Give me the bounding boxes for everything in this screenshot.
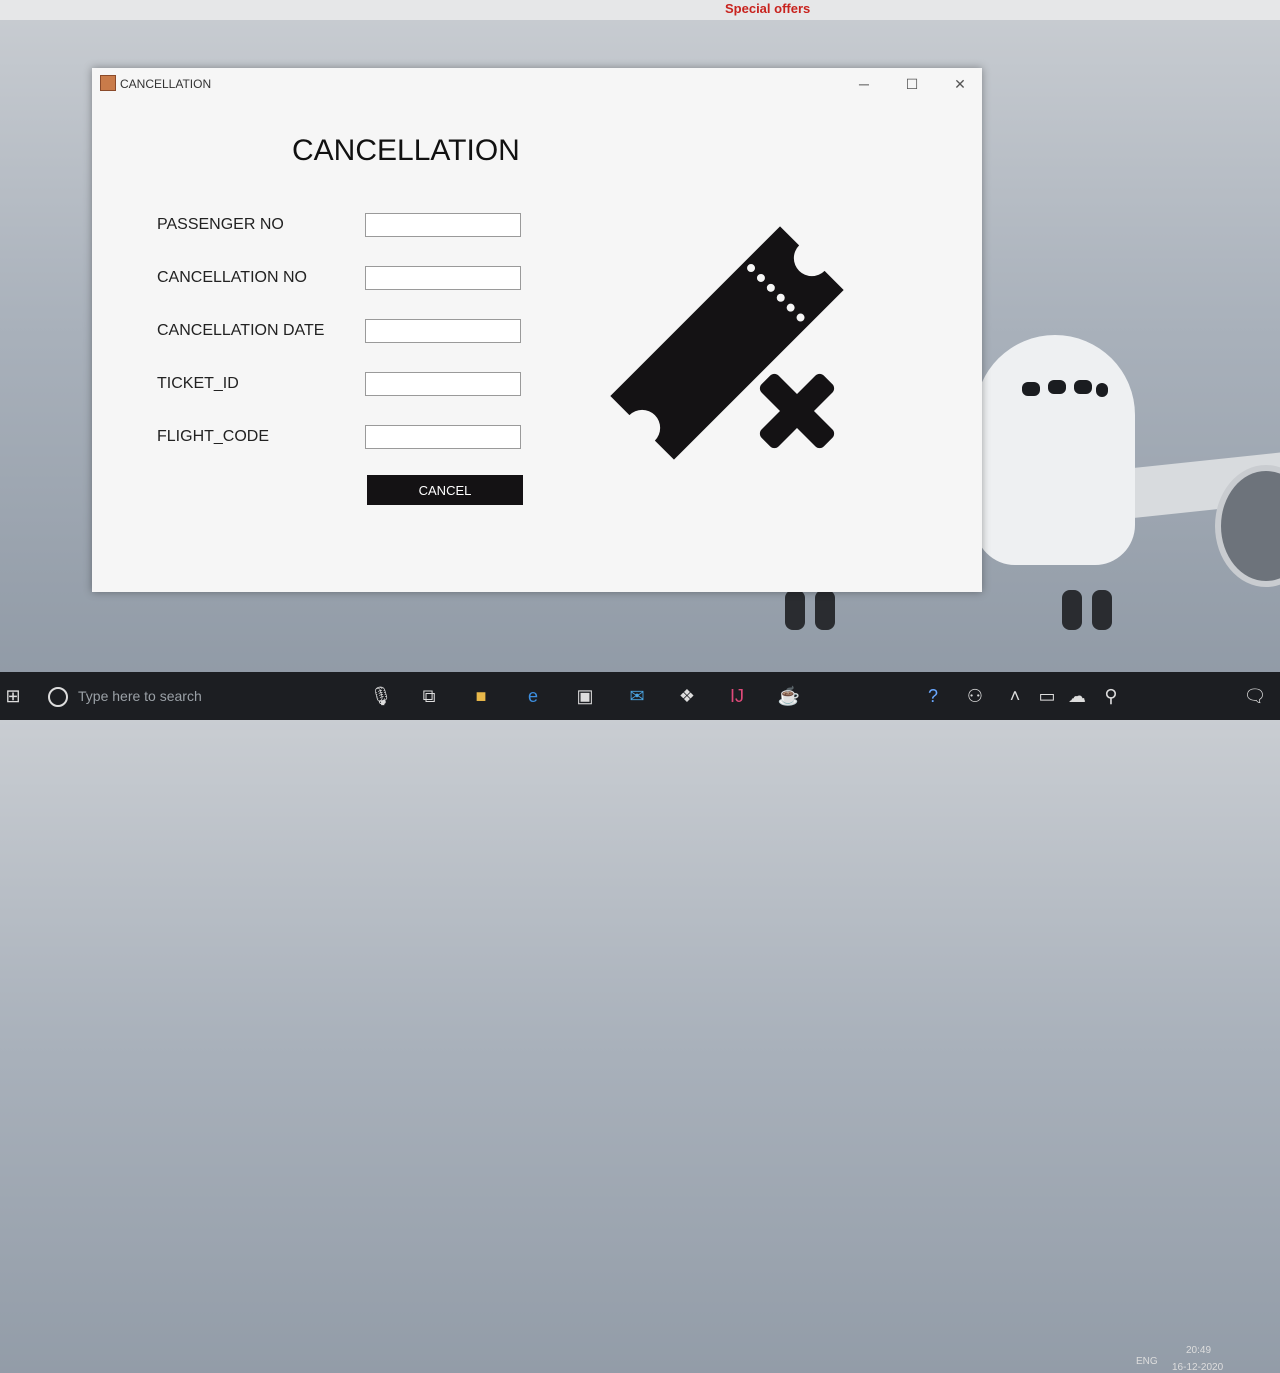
cancellation-no-field[interactable] xyxy=(365,266,521,290)
clock-time[interactable]: 20:49 xyxy=(1186,1345,1211,1356)
cancellation-date-field[interactable] xyxy=(365,319,521,343)
browser-top-strip: Special offers xyxy=(0,0,1280,20)
special-offers-link[interactable]: Special offers xyxy=(725,1,810,16)
cortana-icon[interactable] xyxy=(48,687,68,707)
flight-code-field[interactable] xyxy=(365,425,521,449)
dropbox-icon[interactable]: ❖ xyxy=(674,684,700,708)
taskbar: ⊞ Type here to search 🎙 ⧉ ■ e ▣ ✉ ❖ IJ ☕… xyxy=(0,672,1280,1373)
windows-start-icon[interactable]: ⊞ xyxy=(0,684,26,708)
plane-window xyxy=(1022,382,1040,396)
cancellation-no-label: CANCELLATION NO xyxy=(157,269,307,286)
plane-window xyxy=(1048,380,1066,394)
store-icon[interactable]: ▣ xyxy=(572,684,598,708)
java-taskbar-icon[interactable]: ☕ xyxy=(776,684,802,708)
taskbar-search-input[interactable]: Type here to search xyxy=(78,688,202,704)
cloud-icon[interactable]: ☁ xyxy=(1064,684,1090,708)
landing-gear xyxy=(1092,590,1112,630)
clock-date[interactable]: 16-12-2020 xyxy=(1172,1362,1223,1373)
plane-fuselage xyxy=(975,335,1135,565)
ticket-cancel-icon xyxy=(610,226,845,460)
mail-icon[interactable]: ✉ xyxy=(624,684,650,708)
help-icon[interactable]: ? xyxy=(920,684,946,708)
cancellation-window: CANCELLATION ─ ☐ ✕ CANCELLATION PASSENGE… xyxy=(92,68,982,592)
network-icon[interactable]: ⚲ xyxy=(1098,684,1124,708)
task-view-icon[interactable]: ⧉ xyxy=(416,684,442,708)
plane-window xyxy=(1074,380,1092,394)
intellij-icon[interactable]: IJ xyxy=(724,684,750,708)
microphone-icon[interactable]: 🎙 xyxy=(368,684,394,708)
page-title: CANCELLATION xyxy=(292,134,520,167)
cancellation-date-label: CANCELLATION DATE xyxy=(157,322,325,339)
chevron-up-icon[interactable]: ˄ xyxy=(1002,684,1028,708)
ticket-id-label: TICKET_ID xyxy=(157,375,239,392)
flight-code-label: FLIGHT_CODE xyxy=(157,428,270,445)
file-explorer-icon[interactable]: ■ xyxy=(468,684,494,708)
window-title: CANCELLATION xyxy=(120,77,212,91)
passenger-no-field[interactable] xyxy=(365,213,521,237)
close-button[interactable]: ✕ xyxy=(940,74,980,94)
title-bar[interactable]: CANCELLATION ─ ☐ ✕ xyxy=(92,68,982,98)
java-app-icon xyxy=(100,75,116,91)
ticket-id-field[interactable] xyxy=(365,372,521,396)
landing-gear xyxy=(785,590,805,630)
edge-browser-icon[interactable]: e xyxy=(520,684,546,708)
landing-gear xyxy=(815,590,835,630)
language-indicator[interactable]: ENG xyxy=(1136,1356,1158,1367)
notifications-icon[interactable]: 🗨 xyxy=(1242,684,1268,708)
battery-icon[interactable]: ▭ xyxy=(1034,684,1060,708)
cancel-button[interactable]: CANCEL xyxy=(367,475,523,505)
plane-window xyxy=(1096,383,1108,397)
people-icon[interactable]: ⚇ xyxy=(962,684,988,708)
landing-gear xyxy=(1062,590,1082,630)
maximize-button[interactable]: ☐ xyxy=(892,74,932,94)
passenger-no-label: PASSENGER NO xyxy=(157,216,284,233)
minimize-button[interactable]: ─ xyxy=(844,74,884,94)
